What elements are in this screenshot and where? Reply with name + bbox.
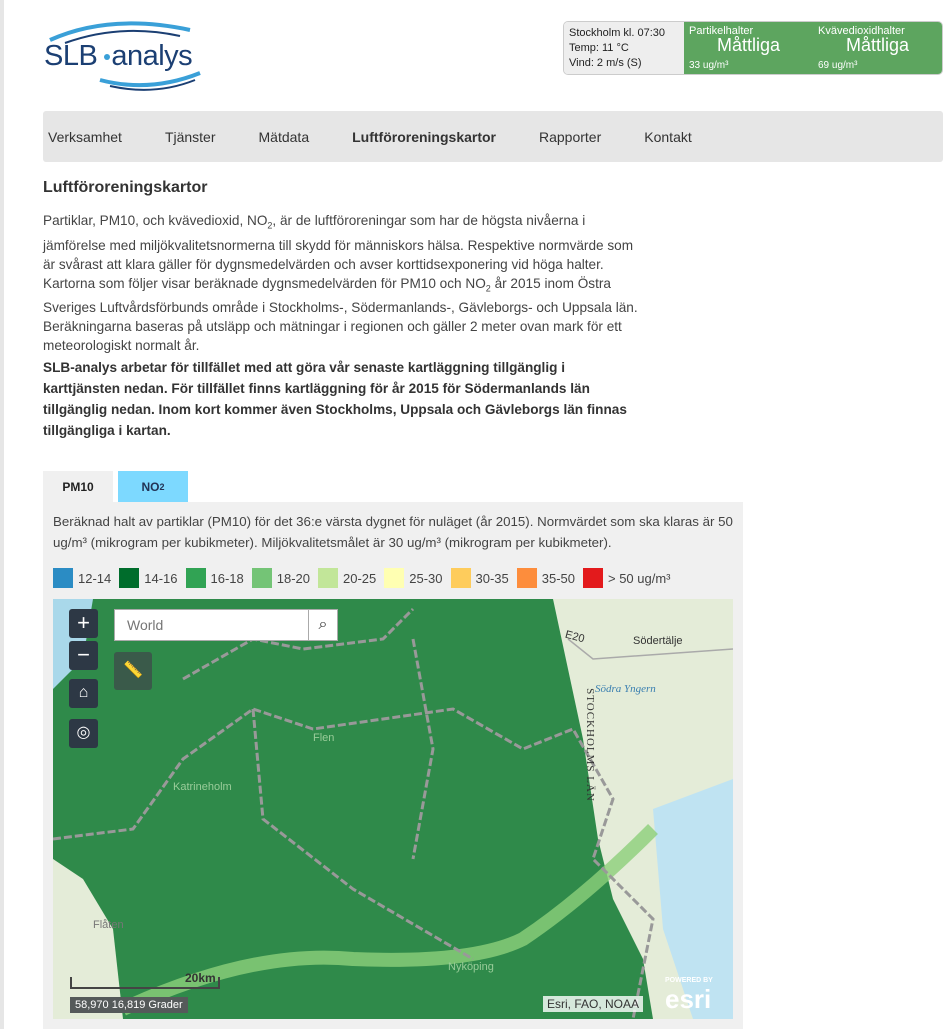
main-nav: Verksamhet Tjänster Mätdata Luftföroreni…: [43, 111, 943, 162]
measure-button[interactable]: 📏: [114, 652, 152, 690]
legend-item: 12-14: [53, 568, 111, 588]
legend-label: 25-30: [409, 570, 443, 586]
legend-swatch: [583, 568, 603, 588]
home-button[interactable]: ⌂: [69, 679, 98, 708]
tab-no2[interactable]: NO 2: [118, 471, 188, 502]
legend-swatch: [251, 568, 272, 588]
ruler-icon: 📏: [123, 662, 143, 679]
nav-rapporter[interactable]: Rapporter: [539, 129, 623, 145]
nav-kontakt[interactable]: Kontakt: [644, 129, 713, 145]
subscript: 2: [159, 481, 165, 492]
legend-item: > 50 ug/m³: [583, 568, 671, 588]
legend-swatch: [185, 568, 206, 588]
logo-text-slb: SLB: [44, 40, 98, 72]
tab-label: NO: [141, 479, 160, 494]
legend-swatch: [384, 568, 405, 588]
weather-widget: Stockholm kl. 07:30 Temp: 11 °C Vind: 2 …: [563, 21, 943, 75]
map-base: [53, 599, 733, 1019]
map-label: Nyköping: [448, 961, 494, 973]
legend-item: 20-25: [318, 568, 376, 588]
nav-matdata[interactable]: Mätdata: [259, 129, 332, 145]
page-title: Luftföroreningskartor: [43, 179, 208, 196]
map-label: Flen: [313, 732, 335, 744]
nav-tjanster[interactable]: Tjänster: [165, 129, 238, 145]
zoom-out-button[interactable]: −: [69, 641, 98, 670]
esri-logo[interactable]: POWERED BY esri: [665, 977, 713, 1013]
aq-no2[interactable]: Kvävedioxidhalter Måttliga 69 ug/m³: [813, 22, 942, 74]
tab-pm10[interactable]: PM10: [43, 471, 113, 502]
locate-icon: ◎: [76, 724, 91, 741]
legend-item: 16-18: [185, 568, 244, 588]
map-label: Södra Yngern: [595, 683, 656, 695]
tab-label: PM10: [62, 479, 94, 494]
legend-item: 30-35: [450, 568, 509, 588]
nav-luftfororeningskartor[interactable]: Luftföroreningskartor: [352, 129, 518, 145]
map-description: Beräknad halt av partiklar (PM10) för de…: [53, 514, 733, 550]
legend-swatch: [53, 568, 73, 588]
legend-swatch: [318, 568, 338, 588]
weather-location-time: Stockholm kl. 07:30: [569, 27, 665, 39]
search-button[interactable]: ⌕: [308, 610, 337, 640]
legend-item: 18-20: [251, 568, 310, 588]
legend-swatch: [450, 568, 471, 588]
scale-label: 20km: [185, 971, 216, 985]
locate-button[interactable]: ◎: [69, 719, 98, 748]
air-quality-panel: Partikelhalter Måttliga 33 ug/m³ Kvävedi…: [684, 22, 942, 74]
intro-paragraph: Partiklar, PM10, och kvävedioxid, NO2, ä…: [43, 211, 643, 355]
map-label: Flåten: [93, 919, 124, 931]
legend-label: 12-14: [78, 570, 112, 586]
zoom-in-button[interactable]: +: [69, 609, 98, 638]
intro-text: Partiklar, PM10, och kvävedioxid, NO: [43, 213, 268, 228]
map-label: STOCKHOLMS LÄN: [583, 688, 596, 802]
map-attribution: Esri, FAO, NOAA: [543, 996, 644, 1012]
weather-info: Stockholm kl. 07:30 Temp: 11 °C Vind: 2 …: [564, 22, 684, 74]
legend-label: 18-20: [276, 570, 310, 586]
weather-wind: Vind: 2 m/s (S): [569, 57, 642, 69]
legend-label: > 50 ug/m³: [608, 570, 671, 586]
map-search: ⌕: [114, 609, 338, 641]
aq-status: Måttliga: [716, 35, 781, 55]
legend-item: 35-50: [516, 568, 575, 588]
search-icon: ⌕: [318, 616, 328, 633]
aq-value: 69 ug/m³: [818, 60, 858, 71]
legend-item: 25-30: [384, 568, 443, 588]
aq-status: Måttliga: [845, 35, 910, 55]
map-panel: Beräknad halt av partiklar (PM10) för de…: [43, 502, 743, 1029]
logo-text-analys: analys: [111, 40, 193, 72]
aq-value: 33 ug/m³: [689, 60, 729, 71]
legend-label: 14-16: [144, 570, 178, 586]
legend-swatch: [516, 568, 537, 588]
weather-temp: Temp: 11 °C: [569, 42, 629, 54]
page-edge: [0, 0, 4, 1029]
map-label: Katrineholm: [173, 781, 232, 793]
map-view[interactable]: + − ⌂ ◎ 📏 ⌕ Södertälje E20 STOCKHOLMS LÄ…: [53, 599, 733, 1019]
legend-item: 14-16: [119, 568, 178, 588]
aq-particles[interactable]: Partikelhalter Måttliga 33 ug/m³: [684, 22, 813, 74]
legend-label: 20-25: [343, 570, 377, 586]
legend-swatch: [119, 568, 140, 588]
map-legend: 12-14 14-16 16-18 18-20 20-25 25-30 30-35 35-50…: [53, 568, 679, 588]
slb-analys-logo[interactable]: SLB analys: [40, 18, 210, 93]
map-label: Södertälje: [633, 635, 683, 647]
legend-label: 30-35: [475, 570, 509, 586]
search-input[interactable]: [115, 610, 308, 640]
legend-label: 35-50: [541, 570, 575, 586]
coordinate-readout: 58,970 16,819 Grader: [70, 997, 188, 1013]
esri-text: esri: [665, 984, 712, 1014]
pollutant-tabs: PM10 NO 2: [43, 471, 193, 502]
legend-label: 16-18: [210, 570, 244, 586]
notice-paragraph: SLB-analys arbetar för tillfället med at…: [43, 360, 627, 438]
nav-verksamhet[interactable]: Verksamhet: [43, 129, 144, 145]
home-icon: ⌂: [78, 684, 89, 701]
